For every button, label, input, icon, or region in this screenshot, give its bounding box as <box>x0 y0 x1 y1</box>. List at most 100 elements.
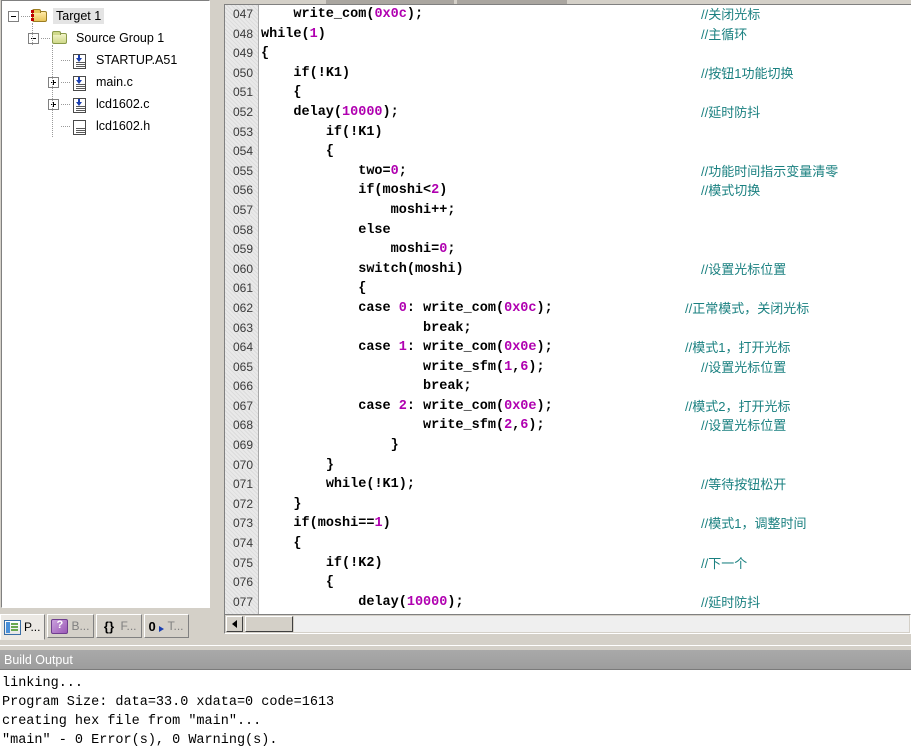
code-line[interactable]: } <box>261 436 911 456</box>
code-line[interactable]: case 2: write_com(0x0e);//模式2，打开光标 <box>261 397 911 417</box>
project-pane: Target 1 Source Group 1 STARTUP.A51 main.c l… <box>0 0 218 645</box>
project-tab-f[interactable]: {} F... <box>96 614 142 638</box>
collapse-icon[interactable] <box>8 10 19 22</box>
line-number: 063 <box>232 320 253 335</box>
code-line[interactable]: if(!K1) <box>261 123 911 143</box>
line-number: 066 <box>232 379 253 394</box>
line-number: 067 <box>232 398 253 413</box>
build-output-line: "main" - 0 Error(s), 0 Warning(s). <box>2 733 278 748</box>
project-tree[interactable]: Target 1 Source Group 1 STARTUP.A51 main.c l… <box>2 1 209 137</box>
editor-horizontal-scrollbar[interactable] <box>224 614 911 634</box>
code-comment: //模式1，调整时间 <box>701 516 807 532</box>
blue-arrow-icon <box>158 625 164 632</box>
build-output-text[interactable]: linking... Program Size: data=33.0 xdata=… <box>0 672 911 755</box>
code-line[interactable]: } <box>261 456 911 476</box>
code-line[interactable]: while(!K1);//等待按钮松开 <box>261 475 911 495</box>
tree-guide-line <box>32 23 33 45</box>
project-tab-label: F... <box>120 619 137 633</box>
code-line[interactable]: write_sfm(1,6);//设置光标位置 <box>261 358 911 378</box>
tree-item-label: Source Group 1 <box>76 31 165 45</box>
tree-item-lcd1602-c[interactable]: lcd1602.c <box>2 93 209 115</box>
scrollbar-thumb[interactable] <box>245 616 293 632</box>
code-comment: //关闭光标 <box>701 7 761 22</box>
line-number: 055 <box>232 163 253 178</box>
code-line[interactable]: two=0;//功能时间指示变量清零 <box>261 162 911 182</box>
tree-connector <box>61 59 70 61</box>
code-line[interactable]: if(!K1)//按钮1功能切换 <box>261 64 911 84</box>
code-comment: //模式1，打开光标 <box>685 340 791 356</box>
asm-file-icon <box>71 53 88 69</box>
code-line[interactable]: { <box>261 83 911 103</box>
code-line[interactable]: delay(10000);//延时防抖 <box>261 593 911 613</box>
code-comment: //延时防抖 <box>701 104 761 120</box>
project-tab-label: B... <box>71 619 90 633</box>
line-number: 049 <box>232 46 253 61</box>
build-output-line: Program Size: data=33.0 xdata=0 code=161… <box>2 695 335 710</box>
project-tab-b[interactable]: B... <box>47 614 95 638</box>
code-editor[interactable]: 047 048 049 050 051 052 053 054 055 056 057 058 059 0… <box>224 4 911 614</box>
code-line[interactable]: { <box>261 573 911 593</box>
c-file-icon <box>71 97 88 113</box>
code-text-area[interactable]: write_com(0x0c);//关闭光标 while(1)//主循环{ if(… <box>261 5 911 614</box>
code-line[interactable]: else <box>261 221 911 241</box>
code-line[interactable]: if(moshi==1)//模式1，调整时间 <box>261 514 911 534</box>
code-line[interactable]: { <box>261 142 911 162</box>
scroll-left-arrow-icon[interactable] <box>226 616 243 632</box>
line-number: 060 <box>232 261 253 276</box>
code-line[interactable]: { <box>261 44 911 64</box>
project-tab-t[interactable]: 0 T... <box>143 614 189 638</box>
source-folder-icon <box>51 30 68 46</box>
code-comment: //模式2，打开光标 <box>685 398 791 414</box>
code-line[interactable]: case 0: write_com(0x0c);//正常模式，关闭光标 <box>261 299 911 319</box>
line-number: 062 <box>232 300 253 315</box>
expand-icon[interactable] <box>48 76 59 88</box>
code-line[interactable]: delay(10000);//延时防抖 <box>261 103 911 123</box>
line-number: 061 <box>232 281 253 296</box>
code-line[interactable]: break; <box>261 319 911 339</box>
project-tree-frame[interactable]: Target 1 Source Group 1 STARTUP.A51 main.c l… <box>1 0 210 608</box>
code-line[interactable]: if(moshi<2)//模式切换 <box>261 181 911 201</box>
tree-item-label: Target 1 <box>53 8 105 24</box>
editor-pane: 047 048 049 050 051 052 053 054 055 056 057 058 059 0… <box>221 0 911 645</box>
project-tab-label: P... <box>24 620 41 634</box>
code-line[interactable]: if(!K2)//下一个 <box>261 554 911 574</box>
line-number: 059 <box>232 242 253 257</box>
line-number: 052 <box>232 104 253 119</box>
line-number: 070 <box>232 457 253 472</box>
keil-uvision-window: Target 1 Source Group 1 STARTUP.A51 main.c l… <box>0 0 911 755</box>
tree-item-main-c[interactable]: main.c <box>2 71 209 93</box>
project-pane-tabstrip[interactable]: P... B... {} F... 0T... <box>0 614 208 640</box>
tree-item-target-1[interactable]: Target 1 <box>2 5 209 27</box>
line-number-gutter: 047 048 049 050 051 052 053 054 055 056 057 058 059 0… <box>225 5 259 614</box>
project-icon <box>4 619 21 635</box>
line-number: 050 <box>232 65 253 80</box>
code-line[interactable]: moshi++; <box>261 201 911 221</box>
code-line[interactable]: { <box>261 534 911 554</box>
line-number: 069 <box>232 438 253 453</box>
code-line[interactable]: break; <box>261 377 911 397</box>
tree-connector <box>61 81 70 83</box>
code-line[interactable]: switch(moshi)//设置光标位置 <box>261 260 911 280</box>
code-line[interactable]: while(1)//主循环 <box>261 25 911 45</box>
collapse-icon[interactable] <box>28 32 39 44</box>
project-tab-p[interactable]: P... <box>0 614 46 640</box>
code-line[interactable]: write_com(0x0c);//关闭光标 <box>261 5 911 25</box>
build-output-panel: Build Output linking... Program Size: dat… <box>0 645 911 755</box>
code-line[interactable]: moshi=0; <box>261 240 911 260</box>
tree-item-startup-a51[interactable]: STARTUP.A51 <box>2 49 209 71</box>
build-output-title: Build Output <box>0 650 911 670</box>
project-tab-label: T... <box>167 619 184 633</box>
line-number: 064 <box>232 340 253 355</box>
tree-item-source-group-1[interactable]: Source Group 1 <box>2 27 209 49</box>
tree-item-lcd1602-h[interactable]: lcd1602.h <box>2 115 209 137</box>
scrollbar-track[interactable] <box>294 616 909 632</box>
code-line[interactable]: { <box>261 279 911 299</box>
code-line[interactable]: write_sfm(2,6);//设置光标位置 <box>261 416 911 436</box>
tree-item-label: STARTUP.A51 <box>96 53 178 67</box>
expand-icon[interactable] <box>48 98 59 110</box>
code-line[interactable]: case 1: write_com(0x0e);//模式1，打开光标 <box>261 338 911 358</box>
code-line[interactable]: } <box>261 495 911 515</box>
line-number: 053 <box>232 124 253 139</box>
line-number: 072 <box>232 496 253 511</box>
line-number: 077 <box>232 594 253 609</box>
